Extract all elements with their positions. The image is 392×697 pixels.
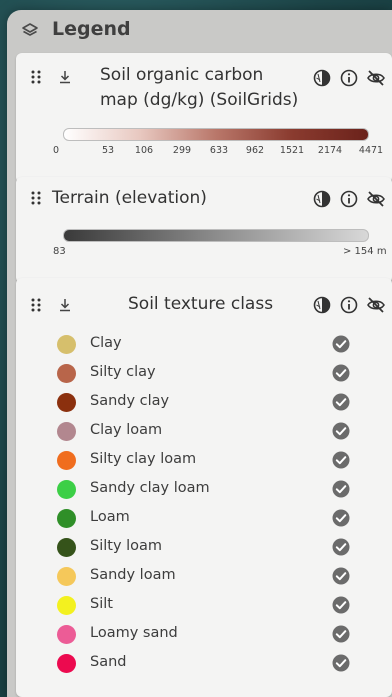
drag-handle-icon[interactable] (30, 297, 42, 313)
visibility-check-icon[interactable] (331, 392, 351, 412)
class-color-swatch (57, 480, 76, 499)
soc-tick-label: 53 (101, 145, 115, 156)
soc-tick-label: 1521 (279, 145, 305, 156)
layers-icon (22, 23, 38, 36)
class-color-swatch (57, 451, 76, 470)
terrain-max-label: > 154 m (343, 246, 387, 257)
terrain-title: Terrain (elevation) (52, 188, 207, 208)
visibility-check-icon[interactable] (331, 537, 351, 557)
class-color-swatch (57, 509, 76, 528)
class-label: Sandy clay (90, 393, 170, 409)
class-color-swatch (57, 364, 76, 383)
class-label: Silt (90, 596, 113, 612)
texture-title: Soil texture class (128, 294, 274, 314)
visibility-check-icon[interactable] (331, 479, 351, 499)
legend-class-row: Clay loam (16, 418, 392, 446)
class-color-swatch (57, 625, 76, 644)
hide-icon[interactable] (366, 295, 386, 315)
drag-handle-icon[interactable] (30, 69, 42, 85)
class-label: Loam (90, 509, 130, 525)
class-label: Sandy clay loam (90, 480, 210, 496)
class-color-swatch (57, 422, 76, 441)
class-label: Clay (90, 335, 122, 351)
class-color-swatch (57, 567, 76, 586)
class-color-swatch (57, 335, 76, 354)
soc-tick-label: 0 (52, 145, 60, 156)
soc-tick-label: 633 (209, 145, 229, 156)
legend-class-row: Sandy clay (16, 389, 392, 417)
class-label: Sandy loam (90, 567, 176, 583)
legend-class-row: Sandy loam (16, 563, 392, 591)
class-color-swatch (57, 596, 76, 615)
class-color-swatch (57, 538, 76, 557)
terrain-color-ramp (63, 229, 369, 242)
info-icon[interactable] (339, 68, 359, 88)
class-label: Silty clay (90, 364, 156, 380)
opacity-icon[interactable] (312, 189, 332, 209)
opacity-icon[interactable] (312, 68, 332, 88)
info-icon[interactable] (339, 189, 359, 209)
download-icon[interactable] (58, 297, 72, 313)
soc-title-line2: map (dg/kg) (SoilGrids) (100, 90, 299, 110)
info-icon[interactable] (339, 295, 359, 315)
legend-class-row: Silty clay loam (16, 447, 392, 475)
legend-header[interactable]: Legend (7, 10, 392, 50)
soc-color-ramp (63, 128, 369, 141)
legend-class-row: Sandy clay loam (16, 476, 392, 504)
soc-tick-label: 106 (134, 145, 154, 156)
visibility-check-icon[interactable] (331, 595, 351, 615)
soc-tick-label: 962 (245, 145, 265, 156)
class-label: Silty clay loam (90, 451, 197, 467)
soc-tick-label: 299 (172, 145, 192, 156)
terrain-min-label: 83 (53, 246, 66, 257)
soc-tick-label: 2174 (317, 145, 343, 156)
visibility-check-icon[interactable] (331, 508, 351, 528)
legend-class-row: Loam (16, 505, 392, 533)
class-label: Clay loam (90, 422, 163, 438)
legend-title: Legend (52, 18, 131, 40)
legend-class-row: Silty clay (16, 360, 392, 388)
legend-class-row: Loamy sand (16, 621, 392, 649)
soc-title-line1: Soil organic carbon (100, 65, 264, 85)
visibility-check-icon[interactable] (331, 450, 351, 470)
visibility-check-icon[interactable] (331, 624, 351, 644)
legend-class-row: Clay (16, 331, 392, 359)
visibility-check-icon[interactable] (331, 334, 351, 354)
visibility-check-icon[interactable] (331, 363, 351, 383)
visibility-check-icon[interactable] (331, 653, 351, 673)
legend-class-row: Silty loam (16, 534, 392, 562)
download-icon[interactable] (58, 69, 72, 85)
hide-icon[interactable] (366, 68, 386, 88)
class-color-swatch (57, 393, 76, 412)
legend-card-soil-texture: Soil texture class Clay Silty clay Sandy c… (16, 278, 392, 697)
legend-card-terrain: Terrain (elevation) 83 > 154 m (16, 177, 392, 283)
legend-card-soil-organic-carbon: Soil organic carbon map (dg/kg) (SoilGri… (16, 53, 392, 183)
drag-handle-icon[interactable] (30, 190, 42, 206)
legend-class-row: Sand (16, 650, 392, 678)
opacity-icon[interactable] (312, 295, 332, 315)
soc-tick-label: 4471 (358, 145, 384, 156)
legend-panel: Legend Soil organic carbon map (dg/kg) (… (7, 10, 392, 697)
class-label: Sand (90, 654, 127, 670)
visibility-check-icon[interactable] (331, 566, 351, 586)
visibility-check-icon[interactable] (331, 421, 351, 441)
legend-class-row: Silt (16, 592, 392, 620)
hide-icon[interactable] (366, 189, 386, 209)
class-label: Loamy sand (90, 625, 178, 641)
class-label: Silty loam (90, 538, 163, 554)
class-color-swatch (57, 654, 76, 673)
